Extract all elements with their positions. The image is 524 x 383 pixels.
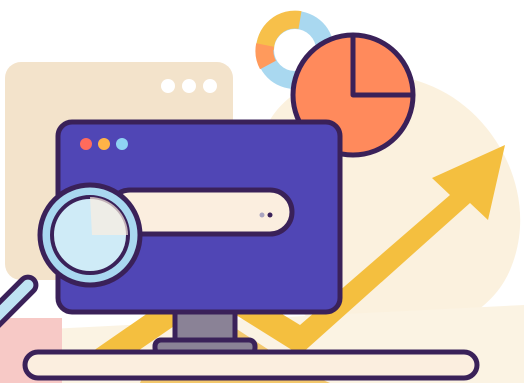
window-dot-orange <box>98 138 110 150</box>
window-dot-blue <box>116 138 128 150</box>
illustration-canvas <box>0 10 524 383</box>
desk-surface <box>22 349 480 381</box>
window-dot-red <box>80 138 92 150</box>
illustration-scene <box>0 0 524 383</box>
